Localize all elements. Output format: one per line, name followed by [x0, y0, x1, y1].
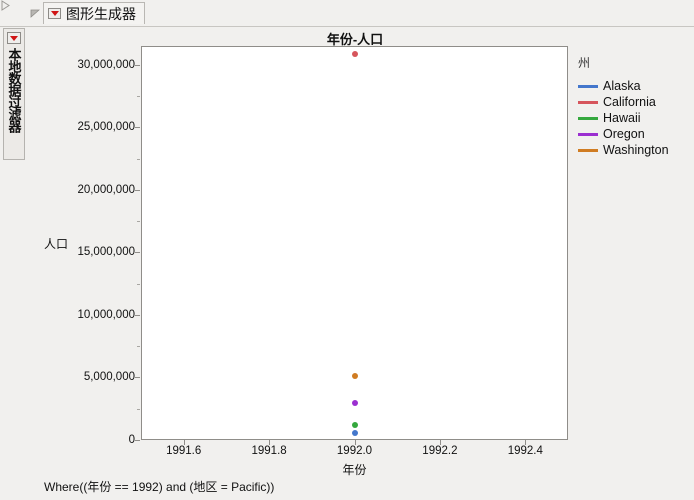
x-axis-label: 年份 — [342, 463, 367, 477]
local-data-filter-label: 本地数据过滤器 — [6, 48, 22, 132]
legend-entry-label: Washington — [603, 143, 669, 157]
y-axis-minor-tick — [137, 96, 140, 98]
data-point[interactable] — [351, 399, 358, 406]
y-axis-tick-label: 5,000,000 — [83, 371, 135, 384]
legend-entry-label: Oregon — [603, 127, 645, 141]
y-axis-tick-mark — [135, 64, 140, 66]
legend-entry[interactable]: California — [578, 94, 694, 110]
legend-entry[interactable]: Oregon — [578, 126, 694, 142]
y-axis-tick-mark — [135, 189, 140, 191]
window-title: 图形生成器 — [66, 5, 136, 22]
x-axis-tick-label: 1992.0 — [336, 445, 373, 457]
red-triangle-icon[interactable] — [7, 32, 21, 44]
data-point[interactable] — [351, 429, 358, 436]
chart-legend: 州 Alaska California Hawaii Oregon Washington — [578, 54, 694, 158]
x-axis-tick-mark — [354, 440, 356, 445]
data-point[interactable] — [351, 372, 358, 379]
where-clause-text: Where((年份 == 1992) and (地区 = Pacific)) — [44, 480, 275, 494]
legend-color-swatch — [578, 116, 598, 120]
y-axis-label: 人口 — [44, 237, 69, 251]
y-axis-tick-label: 25,000,000 — [77, 121, 135, 134]
red-triangle-icon[interactable] — [48, 8, 61, 19]
x-axis-tick-label: 1991.6 — [166, 445, 202, 457]
y-axis-minor-tick — [137, 346, 140, 348]
x-axis-tick-label: 1991.8 — [251, 445, 287, 457]
legend-entry[interactable]: Hawaii — [578, 110, 694, 126]
data-point[interactable] — [351, 50, 358, 57]
y-axis-tick-label: 0 — [128, 434, 135, 446]
y-axis-tick-label: 30,000,000 — [77, 58, 135, 71]
y-axis-minor-tick — [137, 158, 140, 160]
x-axis-tick-mark — [439, 440, 441, 445]
x-axis-tick-label: 1992.2 — [422, 445, 458, 457]
legend-entries: Alaska California Hawaii Oregon Washington — [578, 78, 694, 158]
x-axis-tick-label: 1992.4 — [507, 445, 543, 457]
legend-entry[interactable]: Alaska — [578, 78, 694, 94]
y-axis-tick-label: 10,000,000 — [77, 308, 135, 321]
legend-color-swatch — [578, 132, 598, 136]
graph-builder-tab[interactable]: 图形生成器 — [43, 2, 145, 24]
legend-entry-label: Alaska — [603, 79, 641, 93]
triangle-down-icon[interactable] — [30, 8, 40, 18]
y-axis-tick-mark — [135, 127, 140, 129]
legend-entry-label: Hawaii — [603, 111, 641, 125]
plot-frame[interactable] — [141, 46, 568, 440]
y-axis-tick-mark — [135, 440, 140, 441]
y-axis-minor-tick — [137, 283, 140, 285]
y-axis-minor-tick — [137, 221, 140, 223]
legend-color-swatch — [578, 100, 598, 104]
y-axis-tick-mark — [135, 377, 140, 379]
legend-title: 州 — [578, 56, 591, 70]
y-axis-minor-tick — [137, 408, 140, 410]
window-titlebar: 图形生成器 — [0, 0, 694, 27]
y-axis-tick-mark — [135, 252, 140, 254]
x-axis-tick-mark — [269, 440, 271, 445]
legend-entry-label: California — [603, 95, 656, 109]
legend-entry[interactable]: Washington — [578, 142, 694, 158]
x-axis-tick-mark — [525, 440, 527, 445]
legend-color-swatch — [578, 84, 598, 88]
y-axis-tick-label: 20,000,000 — [77, 183, 135, 196]
legend-color-swatch — [578, 148, 598, 152]
local-data-filter-panel[interactable]: 本地数据过滤器 — [3, 28, 25, 160]
graph-builder-chart: 年份-人口 0 5,000,000 10,000,000 15,000,000 20,0… — [30, 27, 694, 500]
x-axis-tick-mark — [183, 440, 185, 445]
y-axis-tick-mark — [135, 314, 140, 316]
data-point[interactable] — [351, 422, 358, 429]
